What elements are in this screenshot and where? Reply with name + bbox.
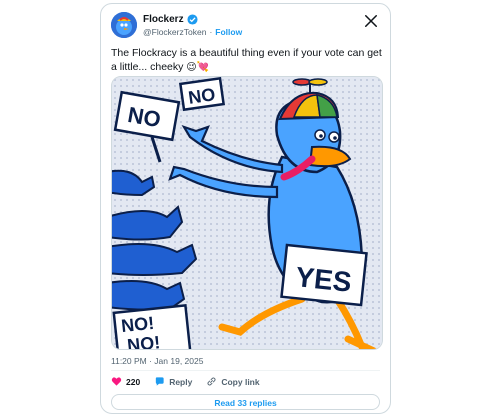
link-icon	[207, 377, 216, 386]
handle[interactable]: @FlockerzToken	[143, 27, 206, 37]
follow-button[interactable]: Follow	[215, 27, 242, 37]
heart-icon	[111, 377, 122, 386]
sign-no-4: NO!	[126, 332, 161, 350]
reply-button[interactable]: Reply	[154, 376, 192, 387]
tweet-emojis: 😉💘	[186, 62, 210, 73]
yes-sign: YES	[280, 243, 368, 307]
x-logo-icon[interactable]	[364, 14, 378, 28]
tweet-timestamp[interactable]: 11:20 PM · Jan 19, 2025	[111, 356, 203, 366]
display-name[interactable]: Flockerz	[143, 14, 184, 25]
tweet-body: The Flockracy is a beautiful thing even …	[111, 47, 382, 73]
tweet-image[interactable]: NO NO NO! NO! YES	[111, 76, 383, 350]
reply-bubble-icon	[156, 377, 164, 386]
bird-avatar-icon	[111, 12, 137, 38]
divider	[111, 370, 380, 371]
verified-badge-icon	[187, 14, 198, 25]
read-replies-button[interactable]: Read 33 replies	[111, 394, 380, 410]
sign-no-2: NO	[187, 84, 217, 108]
tweet-text: The Flockracy is a beautiful thing even …	[111, 46, 383, 75]
separator: ·	[209, 27, 213, 37]
sign-yes: YES	[294, 261, 353, 298]
copy-link-button[interactable]: Copy link	[206, 376, 260, 387]
tweet-embed-card: Flockerz @FlockerzToken · Follow The Flo…	[100, 3, 391, 414]
tweet-header: Flockerz @FlockerzToken · Follow	[111, 12, 380, 40]
reply-label: Reply	[169, 376, 193, 387]
cartoon-illustration: NO NO NO! NO! YES	[112, 77, 382, 350]
tweet-actions: 220 Reply Copy link	[111, 376, 260, 387]
avatar[interactable]	[111, 12, 137, 38]
like-button[interactable]: 220	[111, 376, 140, 387]
like-count: 220	[126, 376, 141, 387]
copy-link-label: Copy link	[221, 376, 260, 387]
